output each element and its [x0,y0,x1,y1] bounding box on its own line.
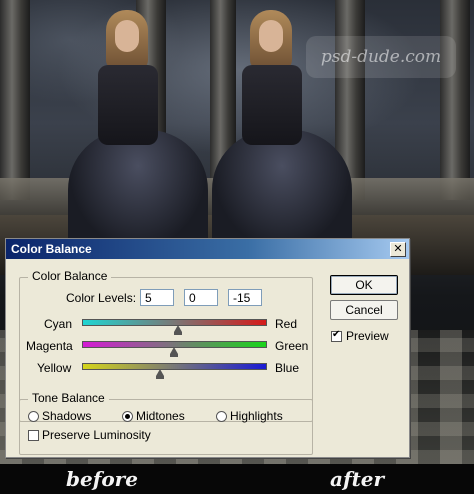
color-level-yellow-blue-input[interactable]: -15 [228,289,262,306]
shadows-radio[interactable] [28,411,39,422]
slider-label-green: Green [275,339,309,353]
tone-balance-group-title: Tone Balance [28,391,109,405]
highlights-label[interactable]: Highlights [230,409,283,423]
close-icon[interactable]: ✕ [390,242,406,257]
color-level-cyan-red-input[interactable]: 5 [140,289,174,306]
yellow-blue-slider-thumb[interactable] [155,369,164,379]
color-level-magenta-green-input[interactable]: 0 [184,289,218,306]
magenta-green-slider-thumb[interactable] [169,347,178,357]
preview-checkbox[interactable] [331,329,342,342]
slider-label-magenta: Magenta [26,339,73,353]
tone-balance-group: Tone Balance [19,391,313,455]
dialog-title: Color Balance [11,242,92,256]
cyan-red-slider-thumb[interactable] [174,325,183,335]
cancel-button[interactable]: Cancel [330,300,398,320]
color-levels-label: Color Levels: [66,291,137,305]
pillar [0,0,30,200]
dialog-titlebar[interactable]: Color Balance ✕ [6,239,409,259]
slider-label-yellow: Yellow [37,361,72,375]
slider-label-blue: Blue [275,361,300,375]
highlights-radio[interactable] [216,411,227,422]
caption-before: before [66,467,138,491]
caption-bar: before after [0,464,474,494]
color-balance-group-title: Color Balance [28,269,112,283]
preview-label[interactable]: Preview [346,329,389,343]
midtones-radio[interactable] [122,411,133,422]
color-balance-dialog: Color Balance ✕ Color Balance Color Leve… [5,238,410,458]
pillar [440,0,470,200]
preserve-luminosity-checkbox[interactable] [28,430,39,441]
midtones-label[interactable]: Midtones [136,409,185,423]
preserve-luminosity-label[interactable]: Preserve Luminosity [42,428,151,442]
slider-label-cyan: Cyan [44,317,73,331]
ok-button[interactable]: OK [330,275,398,295]
caption-after: after [330,467,385,491]
slider-label-red: Red [275,317,298,331]
yellow-blue-slider-track[interactable] [82,363,267,370]
watermark: psd-dude.com [306,36,456,78]
shadows-label[interactable]: Shadows [42,409,91,423]
